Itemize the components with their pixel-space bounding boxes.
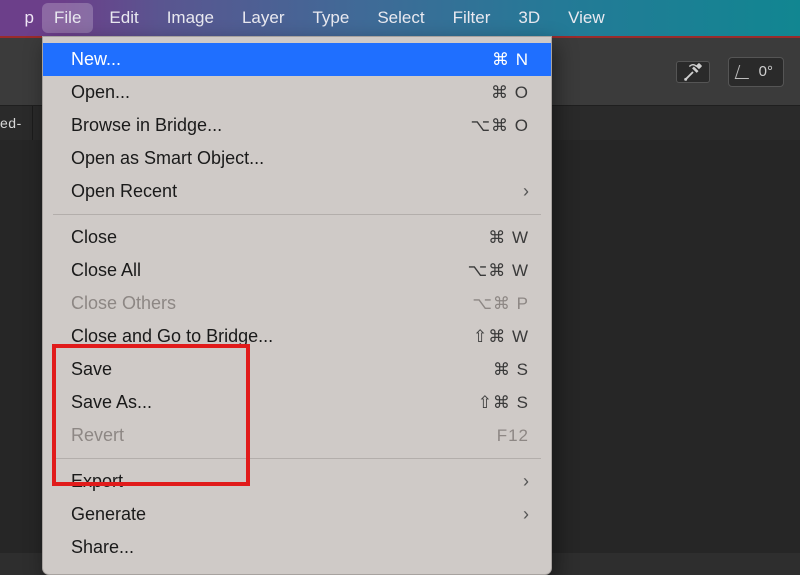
menu-item-label: Share... [71, 537, 529, 558]
menu-item-label: Close Others [71, 293, 472, 314]
menu-item-export[interactable]: Export› [43, 465, 551, 498]
file-menu-dropdown: New...⌘ NOpen...⌘ OBrowse in Bridge...⌥⌘… [42, 36, 552, 575]
chevron-right-icon: › [523, 471, 529, 492]
menu-item-open-smart[interactable]: Open as Smart Object... [43, 142, 551, 175]
menu-item-shortcut: ⌥⌘ P [472, 294, 529, 314]
eyedropper-swatch[interactable] [676, 61, 710, 83]
menu-item-close[interactable]: Close⌘ W [43, 221, 551, 254]
menu-item-close-all[interactable]: Close All⌥⌘ W [43, 254, 551, 287]
menu-item-revert: RevertF12 [43, 419, 551, 452]
menu-item-shortcut: ⌘ N [492, 50, 529, 70]
menu-item-label: Open as Smart Object... [71, 148, 529, 169]
menu-layer[interactable]: Layer [228, 0, 299, 36]
menu-view[interactable]: View [554, 0, 619, 36]
menu-item-label: Close and Go to Bridge... [71, 326, 473, 347]
menu-item-browse-bridge[interactable]: Browse in Bridge...⌥⌘ O [43, 109, 551, 142]
angle-field[interactable]: 0° [728, 57, 784, 87]
menu-item-shortcut: F12 [497, 426, 529, 446]
menu-item-new[interactable]: New...⌘ N [43, 43, 551, 76]
menu-item-label: New... [71, 49, 492, 70]
menu-type[interactable]: Type [298, 0, 363, 36]
menu-item-shortcut: ⌘ O [491, 83, 529, 103]
eyedropper-icon [680, 61, 706, 83]
menu-file[interactable]: File [42, 3, 93, 33]
chevron-right-icon: › [523, 504, 529, 525]
menu-item-share[interactable]: Share... [43, 531, 551, 564]
menu-item-open-recent[interactable]: Open Recent› [43, 175, 551, 208]
menu-item-label: Open Recent [71, 181, 523, 202]
menu-item-label: Generate [71, 504, 523, 525]
menu-item-generate[interactable]: Generate› [43, 498, 551, 531]
menu-separator [53, 214, 541, 215]
menu-item-close-others: Close Others⌥⌘ P [43, 287, 551, 320]
menu-edit[interactable]: Edit [95, 0, 152, 36]
menu-item-shortcut: ⇧⌘ S [478, 393, 529, 413]
menubar: p FileEditImageLayerTypeSelectFilter3DVi… [0, 0, 800, 36]
angle-value: 0° [759, 63, 773, 80]
menu-item-shortcut: ⌘ W [488, 228, 529, 248]
menu-item-shortcut: ⌥⌘ W [468, 261, 529, 281]
menu-image[interactable]: Image [153, 0, 228, 36]
document-tab-stub[interactable]: ed- [0, 106, 33, 140]
menu-separator [53, 458, 541, 459]
menu-item-save-as[interactable]: Save As...⇧⌘ S [43, 386, 551, 419]
menu-item-label: Export [71, 471, 523, 492]
menu-item-label: Browse in Bridge... [71, 115, 470, 136]
menu-filter[interactable]: Filter [439, 0, 505, 36]
menu-item-open[interactable]: Open...⌘ O [43, 76, 551, 109]
menu-item-label: Save As... [71, 392, 478, 413]
menu-item-label: Open... [71, 82, 491, 103]
menu-item-label: Save [71, 359, 493, 380]
app-stub: p [0, 0, 40, 36]
menu-select[interactable]: Select [363, 0, 438, 36]
menu-item-shortcut: ⇧⌘ W [473, 327, 529, 347]
menu-item-shortcut: ⌥⌘ O [470, 116, 529, 136]
menu-item-label: Close [71, 227, 488, 248]
menu-item-save[interactable]: Save⌘ S [43, 353, 551, 386]
menu-item-shortcut: ⌘ S [493, 360, 529, 380]
menu-item-label: Revert [71, 425, 497, 446]
menu-3d[interactable]: 3D [504, 0, 554, 36]
angle-icon [734, 65, 753, 79]
menu-item-label: Close All [71, 260, 468, 281]
menu-item-close-go-bridge[interactable]: Close and Go to Bridge...⇧⌘ W [43, 320, 551, 353]
chevron-right-icon: › [523, 181, 529, 202]
